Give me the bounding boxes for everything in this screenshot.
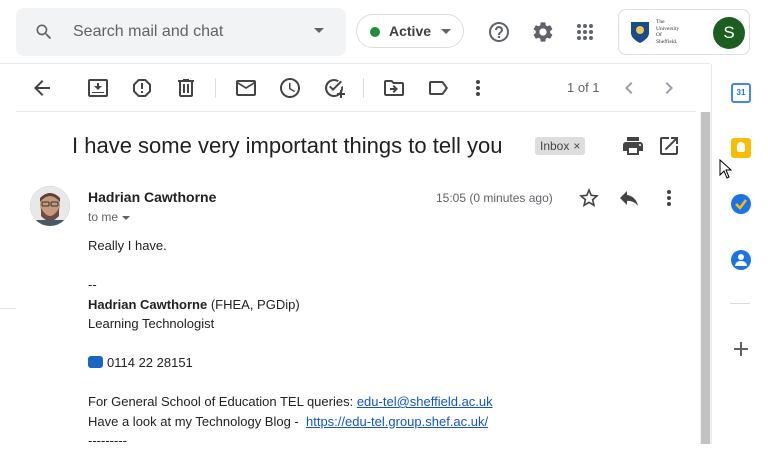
chevron-left-icon[interactable] (617, 76, 641, 100)
reply-icon[interactable] (617, 186, 641, 210)
tasks-check (735, 199, 747, 210)
sender-avatar[interactable] (30, 186, 70, 226)
email-body: Really I have. -- Hadrian Cawthorne (FHE… (88, 236, 648, 451)
email-timestamp: 15:05 (0 minutes ago) (436, 191, 553, 205)
sender-photo (30, 186, 70, 226)
mouse-cursor-icon (719, 159, 733, 179)
chevron-down-icon (441, 29, 451, 34)
signature-phone: 0114 22 28151 (88, 353, 648, 373)
tel-email-link[interactable]: edu-tel@sheffield.ac.uk (357, 394, 493, 409)
top-bar: Search mail and chat Active The Universi… (0, 0, 768, 64)
signature-tel-line: For General School of Education TEL quer… (88, 394, 493, 409)
recipient-details[interactable]: to me (88, 210, 131, 224)
side-panel: 31 (711, 64, 768, 444)
status-label: Active (389, 23, 432, 39)
help-icon[interactable] (487, 20, 511, 44)
status-selector[interactable]: Active (356, 14, 464, 48)
body-text: Really I have. (88, 238, 167, 253)
signature-separator: -- (88, 277, 97, 292)
pagination-label: 1 of 1 (567, 80, 600, 95)
star-icon[interactable] (577, 186, 601, 210)
signature-role: Learning Technologist (88, 316, 215, 331)
sender-name: Hadrian Cawthorne (88, 189, 217, 205)
status-dot (370, 27, 380, 37)
message-toolbar: 1 of 1 (16, 64, 696, 112)
apps-grid-icon[interactable] (573, 20, 597, 44)
label-icon[interactable] (426, 76, 450, 100)
print-icon[interactable] (621, 134, 645, 158)
contacts-body (735, 261, 747, 266)
account-area[interactable]: The University Of Sheffield. S (618, 9, 750, 55)
back-arrow-icon[interactable] (30, 76, 54, 100)
university-crest-icon (631, 22, 649, 43)
add-to-tasks-icon[interactable] (322, 76, 346, 100)
toolbar-separator (215, 78, 216, 98)
blog-link[interactable]: https://edu-tel.group.shef.ac.uk/ (306, 414, 488, 429)
toolbar-separator (363, 78, 364, 98)
more-vert-icon[interactable] (657, 186, 681, 210)
delete-icon[interactable] (174, 76, 198, 100)
report-spam-icon[interactable] (130, 76, 154, 100)
calendar-icon[interactable]: 31 (731, 83, 751, 103)
gear-icon[interactable] (531, 20, 555, 44)
signature-dashes: --------- (88, 433, 127, 448)
side-panel-separator (730, 303, 750, 304)
label-chip-inbox[interactable]: Inbox × (535, 137, 586, 155)
search-icon[interactable] (34, 22, 54, 42)
scrollbar-thumb[interactable] (701, 112, 710, 444)
mark-unread-icon[interactable] (234, 76, 258, 100)
scrollbar[interactable] (700, 112, 711, 444)
chevron-right-icon[interactable] (657, 76, 681, 100)
search-bar[interactable]: Search mail and chat (16, 8, 346, 56)
left-divider (0, 308, 16, 309)
open-in-new-window-icon[interactable] (657, 134, 681, 158)
phone-icon (88, 356, 103, 368)
snooze-icon[interactable] (278, 76, 302, 100)
signature-name-line: Hadrian Cawthorne (FHEA, PGDip) (88, 296, 300, 312)
contacts-head (738, 254, 744, 260)
keep-bulb (737, 142, 745, 152)
university-name: The University Of Sheffield. (656, 19, 680, 45)
keep-icon[interactable] (731, 138, 751, 158)
account-avatar[interactable]: S (713, 17, 745, 49)
tasks-icon[interactable] (731, 194, 751, 214)
add-icon[interactable] (729, 337, 753, 361)
search-input[interactable]: Search mail and chat (73, 23, 223, 41)
archive-icon[interactable] (86, 76, 110, 100)
contacts-icon[interactable] (731, 250, 751, 270)
search-options-chevron-icon[interactable] (314, 28, 324, 33)
signature-blog-line: Have a look at my Technology Blog - http… (88, 413, 489, 429)
more-vert-icon[interactable] (466, 76, 490, 100)
move-to-icon[interactable] (382, 76, 406, 100)
chevron-down-icon[interactable] (122, 215, 131, 220)
email-subject: I have some very important things to tel… (72, 133, 503, 158)
close-icon[interactable]: × (573, 139, 580, 153)
